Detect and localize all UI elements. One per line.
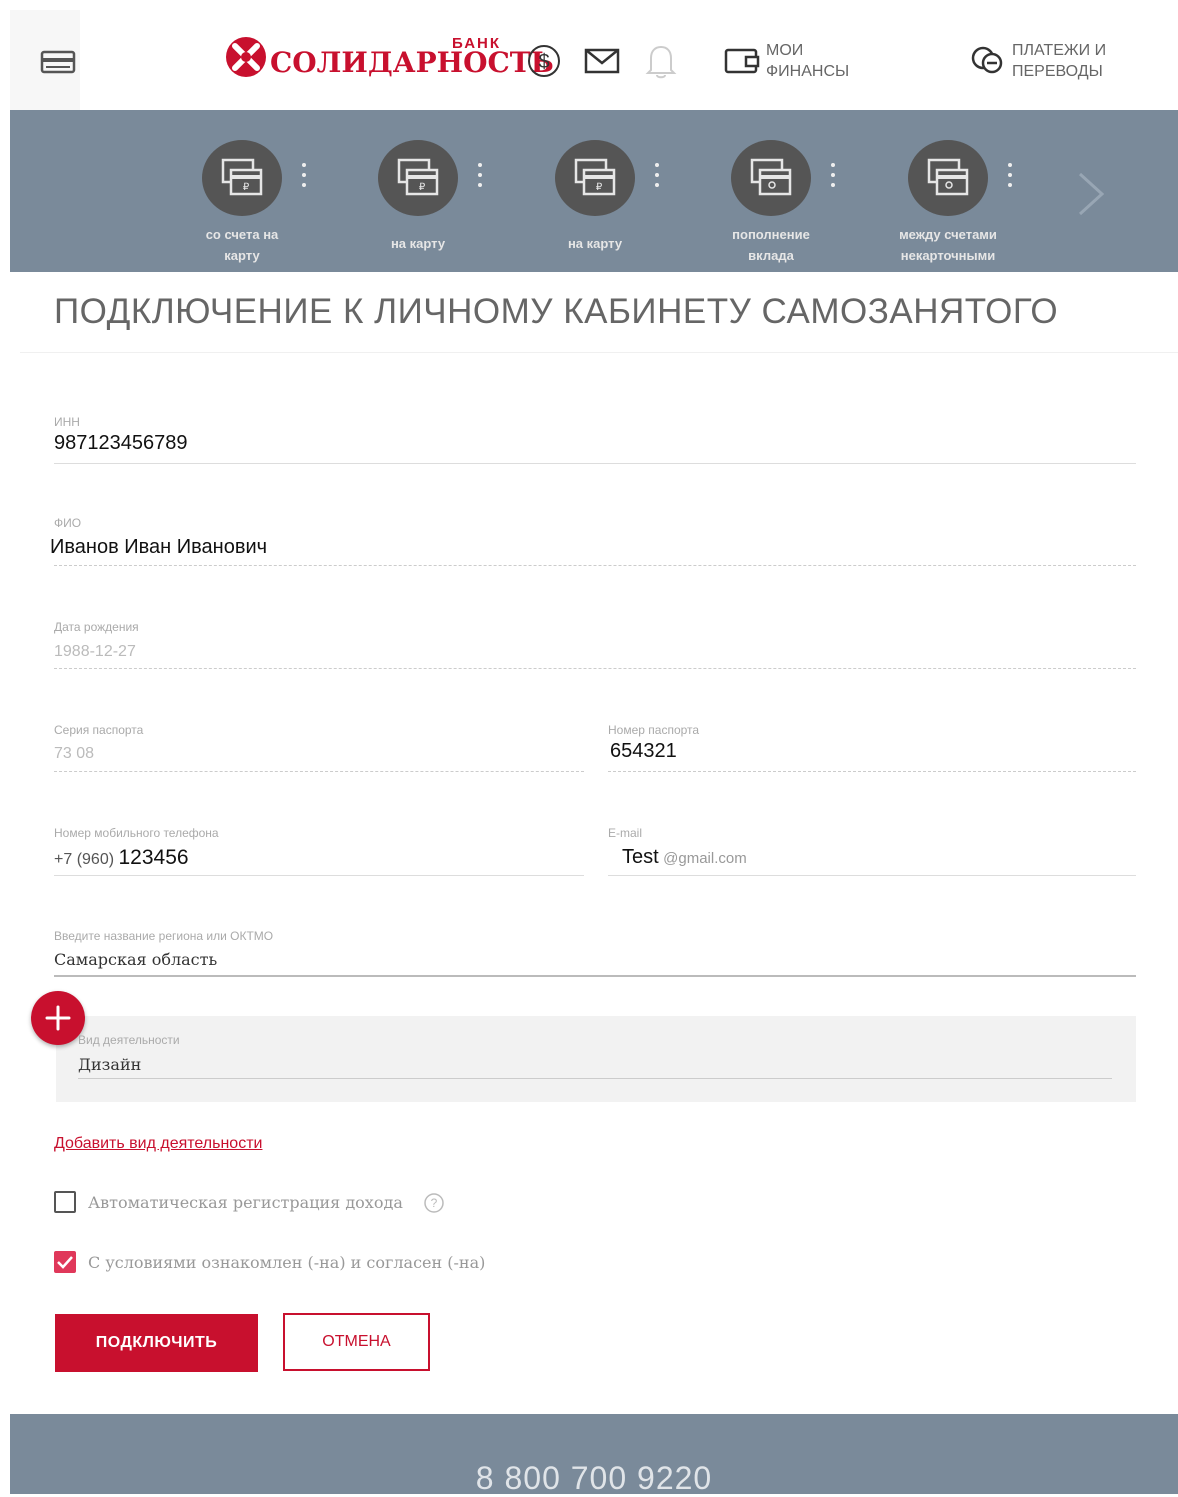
menu-my-finances-line1: МОИ: [766, 42, 804, 59]
activity-field[interactable]: Дизайн: [78, 1055, 141, 1074]
carousel-item-menu-icon[interactable]: [302, 163, 308, 193]
passport-number-field[interactable]: 654321: [610, 740, 677, 763]
phone-field[interactable]: +7 (960) 123456: [54, 846, 189, 870]
carousel-item-account-to-card[interactable]: ₽: [202, 140, 282, 216]
svg-text:₽: ₽: [596, 182, 603, 193]
carousel-item-label: со счета на карту: [172, 224, 312, 266]
birth-date-underline: [54, 668, 1136, 669]
svg-text:₽: ₽: [243, 182, 250, 193]
cards-menu-icon[interactable]: [40, 50, 76, 79]
footer-phone[interactable]: 8 800 700 9220: [0, 1460, 1178, 1497]
carousel-label-line2: некарточными: [900, 248, 996, 263]
bank-logo-icon[interactable]: [225, 36, 267, 83]
auto-income-checkbox[interactable]: [54, 1191, 76, 1213]
menu-my-finances[interactable]: МОИ ФИНАНСЫ: [766, 40, 849, 82]
email-domain: @gmail.com: [663, 850, 747, 867]
menu-payments-line1: ПЛАТЕЖИ И: [1012, 42, 1107, 59]
add-activity-button[interactable]: [31, 991, 85, 1045]
region-underline: [54, 975, 1136, 977]
birth-date-field[interactable]: 1988-12-27: [54, 643, 136, 661]
carousel-label-line2: карту: [224, 248, 260, 263]
passport-number-label: Номер паспорта: [608, 723, 700, 737]
page-title: ПОДКЛЮЧЕНИЕ К ЛИЧНОМУ КАБИНЕТУ САМОЗАНЯТ…: [54, 292, 1059, 331]
carousel-item-to-card-2[interactable]: ₽: [555, 140, 635, 216]
inn-label: ИНН: [54, 415, 80, 429]
carousel-item-between-accounts[interactable]: [908, 140, 988, 216]
passport-series-label: Серия паспорта: [54, 723, 144, 737]
title-divider: [20, 352, 1178, 353]
svg-text:?: ?: [431, 1196, 438, 1210]
phone-prefix: +7 (960): [54, 851, 115, 868]
passport-number-underline: [608, 771, 1136, 772]
menu-my-finances-line2: ФИНАНСЫ: [766, 63, 850, 80]
carousel-item-to-card[interactable]: ₽: [378, 140, 458, 216]
carousel-item-label: пополнение вклада: [701, 224, 841, 266]
activity-block: [56, 1016, 1136, 1102]
phone-underline: [54, 875, 584, 876]
mail-icon[interactable]: [584, 48, 620, 79]
transfer-icon[interactable]: [970, 44, 1006, 81]
phone-label: Номер мобильного телефона: [54, 826, 219, 840]
carousel-item-label: на карту: [390, 236, 446, 251]
phone-number: 123456: [118, 846, 189, 869]
menu-payments-line2: ПЕРЕВОДЫ: [1012, 63, 1103, 80]
carousel-label-line1: между счетами: [899, 227, 997, 242]
bell-icon[interactable]: [645, 42, 677, 85]
fio-field[interactable]: Иванов Иван Иванович: [50, 536, 267, 559]
carousel-item-label: на карту: [567, 236, 623, 251]
carousel-label-line1: пополнение: [732, 227, 810, 242]
svg-text:$: $: [538, 51, 549, 73]
chevron-right-icon[interactable]: [1076, 170, 1106, 223]
auto-income-label: Автоматическая регистрация дохода: [88, 1193, 403, 1212]
fio-underline: [54, 565, 1136, 566]
fio-label: ФИО: [54, 516, 82, 530]
carousel-item-menu-icon[interactable]: [655, 163, 661, 193]
carousel-label-line1: со счета на: [205, 227, 279, 242]
email-underline: [608, 875, 1136, 876]
cancel-button[interactable]: отмена: [283, 1313, 430, 1371]
add-activity-link[interactable]: Добавить вид деятельности: [54, 1135, 262, 1153]
email-label: E-mail: [608, 826, 643, 840]
dollar-icon[interactable]: $: [527, 44, 561, 83]
terms-label: С условиями ознакомлен (-на) и согласен …: [88, 1253, 486, 1272]
help-icon[interactable]: ?: [423, 1192, 445, 1219]
connect-button[interactable]: подключить: [55, 1314, 258, 1372]
activity-label: Вид деятельности: [78, 1033, 180, 1047]
menu-payments[interactable]: ПЛАТЕЖИ И ПЕРЕВОДЫ: [1012, 40, 1106, 82]
logo-name[interactable]: СОЛИДАРНОСТЬ: [270, 46, 554, 79]
activity-underline: [78, 1078, 1112, 1079]
passport-series-underline: [54, 771, 584, 772]
carousel-item-deposit-topup[interactable]: [731, 140, 811, 216]
wallet-icon[interactable]: [724, 46, 760, 81]
inn-underline: [54, 463, 1136, 464]
carousel-item-label: между счетами некарточными: [878, 224, 1018, 266]
carousel-label-line2: вклада: [748, 248, 794, 263]
birth-date-label: Дата рождения: [54, 620, 139, 634]
email-field[interactable]: Test @gmail.com: [622, 846, 747, 869]
carousel-item-menu-icon[interactable]: [1008, 163, 1014, 193]
region-field[interactable]: Самарская область: [54, 950, 217, 969]
passport-series-field[interactable]: 73 08: [54, 745, 94, 763]
region-label: Введите название региона или ОКТМО: [54, 929, 274, 943]
carousel-item-menu-icon[interactable]: [831, 163, 837, 193]
carousel-item-menu-icon[interactable]: [478, 163, 484, 193]
svg-text:₽: ₽: [419, 182, 426, 193]
terms-checkbox[interactable]: [54, 1251, 76, 1273]
email-user: Test: [622, 846, 659, 868]
inn-field[interactable]: 987123456789: [54, 432, 187, 455]
